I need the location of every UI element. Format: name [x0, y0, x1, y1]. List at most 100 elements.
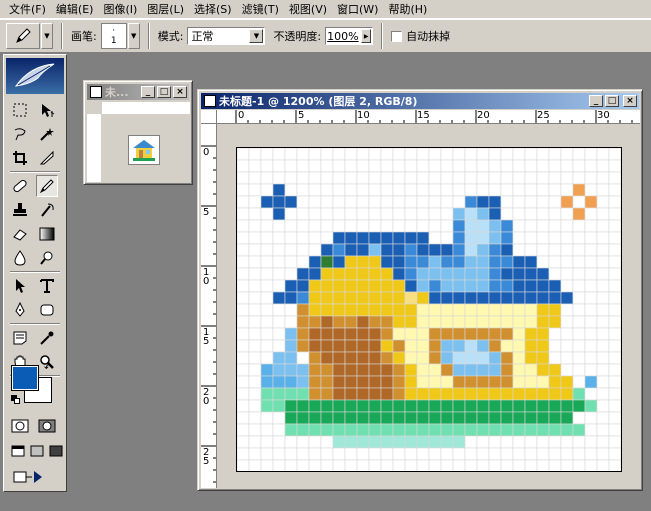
painted-pixel[interactable] — [464, 267, 478, 281]
empty-pixel[interactable] — [428, 183, 442, 197]
empty-pixel[interactable] — [260, 255, 274, 269]
empty-pixel[interactable] — [572, 363, 586, 377]
empty-pixel[interactable] — [608, 279, 621, 293]
empty-pixel[interactable] — [572, 351, 586, 365]
painted-pixel[interactable] — [440, 375, 454, 389]
empty-pixel[interactable] — [260, 291, 274, 305]
painted-pixel[interactable] — [476, 327, 490, 341]
empty-pixel[interactable] — [440, 159, 454, 173]
empty-pixel[interactable] — [500, 459, 514, 471]
painted-pixel[interactable] — [452, 435, 466, 449]
empty-pixel[interactable] — [260, 339, 274, 353]
empty-pixel[interactable] — [560, 315, 574, 329]
painted-pixel[interactable] — [296, 303, 310, 317]
empty-pixel[interactable] — [452, 159, 466, 173]
painted-pixel[interactable] — [284, 375, 298, 389]
painted-pixel[interactable] — [524, 291, 538, 305]
empty-pixel[interactable] — [296, 159, 310, 173]
empty-pixel[interactable] — [548, 339, 562, 353]
painted-pixel[interactable] — [512, 303, 526, 317]
painted-pixel[interactable] — [404, 243, 418, 257]
empty-pixel[interactable] — [404, 459, 418, 471]
painted-pixel[interactable] — [452, 303, 466, 317]
painted-pixel[interactable] — [356, 351, 370, 365]
empty-pixel[interactable] — [536, 183, 550, 197]
painted-pixel[interactable] — [416, 411, 430, 425]
painted-pixel[interactable] — [524, 327, 538, 341]
empty-pixel[interactable] — [608, 363, 621, 377]
painted-pixel[interactable] — [368, 303, 382, 317]
painted-pixel[interactable] — [488, 339, 502, 353]
painted-pixel[interactable] — [260, 375, 274, 389]
painted-pixel[interactable] — [284, 411, 298, 425]
empty-pixel[interactable] — [248, 387, 262, 401]
empty-pixel[interactable] — [344, 195, 358, 209]
painted-pixel[interactable] — [476, 279, 490, 293]
painted-pixel[interactable] — [476, 291, 490, 305]
painted-pixel[interactable] — [320, 411, 334, 425]
empty-pixel[interactable] — [560, 207, 574, 221]
empty-pixel[interactable] — [320, 207, 334, 221]
empty-pixel[interactable] — [248, 303, 262, 317]
painted-pixel[interactable] — [320, 363, 334, 377]
magic-wand-tool[interactable] — [36, 123, 58, 145]
painted-pixel[interactable] — [548, 375, 562, 389]
painted-pixel[interactable] — [500, 399, 514, 413]
menu-layer[interactable]: 图层(L) — [142, 0, 189, 19]
empty-pixel[interactable] — [284, 207, 298, 221]
painted-pixel[interactable] — [356, 315, 370, 329]
empty-pixel[interactable] — [344, 447, 358, 461]
painted-pixel[interactable] — [560, 291, 574, 305]
empty-pixel[interactable] — [260, 315, 274, 329]
painted-pixel[interactable] — [308, 339, 322, 353]
empty-pixel[interactable] — [237, 351, 250, 365]
empty-pixel[interactable] — [308, 435, 322, 449]
painted-pixel[interactable] — [320, 315, 334, 329]
empty-pixel[interactable] — [596, 171, 610, 185]
empty-pixel[interactable] — [596, 267, 610, 281]
empty-pixel[interactable] — [524, 159, 538, 173]
painted-pixel[interactable] — [428, 303, 442, 317]
empty-pixel[interactable] — [464, 435, 478, 449]
painted-pixel[interactable] — [332, 399, 346, 413]
empty-pixel[interactable] — [548, 267, 562, 281]
painted-pixel[interactable] — [296, 327, 310, 341]
empty-pixel[interactable] — [404, 148, 418, 161]
painted-pixel[interactable] — [452, 411, 466, 425]
eyedropper-tool[interactable] — [36, 327, 58, 349]
painted-pixel[interactable] — [332, 351, 346, 365]
brush-dropdown[interactable]: ▼ — [127, 23, 140, 49]
empty-pixel[interactable] — [248, 159, 262, 173]
painted-pixel[interactable] — [296, 399, 310, 413]
painted-pixel[interactable] — [548, 315, 562, 329]
empty-pixel[interactable] — [332, 159, 346, 173]
empty-pixel[interactable] — [248, 291, 262, 305]
painted-pixel[interactable] — [476, 207, 490, 221]
empty-pixel[interactable] — [428, 171, 442, 185]
painted-pixel[interactable] — [356, 327, 370, 341]
empty-pixel[interactable] — [368, 207, 382, 221]
empty-pixel[interactable] — [356, 447, 370, 461]
empty-pixel[interactable] — [572, 231, 586, 245]
empty-pixel[interactable] — [344, 171, 358, 185]
painted-pixel[interactable] — [512, 315, 526, 329]
empty-pixel[interactable] — [392, 219, 406, 233]
empty-pixel[interactable] — [488, 435, 502, 449]
empty-pixel[interactable] — [356, 148, 370, 161]
empty-pixel[interactable] — [392, 183, 406, 197]
painted-pixel[interactable] — [524, 411, 538, 425]
empty-pixel[interactable] — [584, 363, 598, 377]
empty-pixel[interactable] — [237, 459, 250, 471]
empty-pixel[interactable] — [584, 291, 598, 305]
painted-pixel[interactable] — [512, 375, 526, 389]
empty-pixel[interactable] — [272, 159, 286, 173]
painted-pixel[interactable] — [536, 303, 550, 317]
empty-pixel[interactable] — [272, 171, 286, 185]
empty-pixel[interactable] — [284, 303, 298, 317]
painted-pixel[interactable] — [380, 339, 394, 353]
empty-pixel[interactable] — [512, 171, 526, 185]
empty-pixel[interactable] — [452, 195, 466, 209]
painted-pixel[interactable] — [368, 243, 382, 257]
empty-pixel[interactable] — [464, 447, 478, 461]
empty-pixel[interactable] — [380, 207, 394, 221]
